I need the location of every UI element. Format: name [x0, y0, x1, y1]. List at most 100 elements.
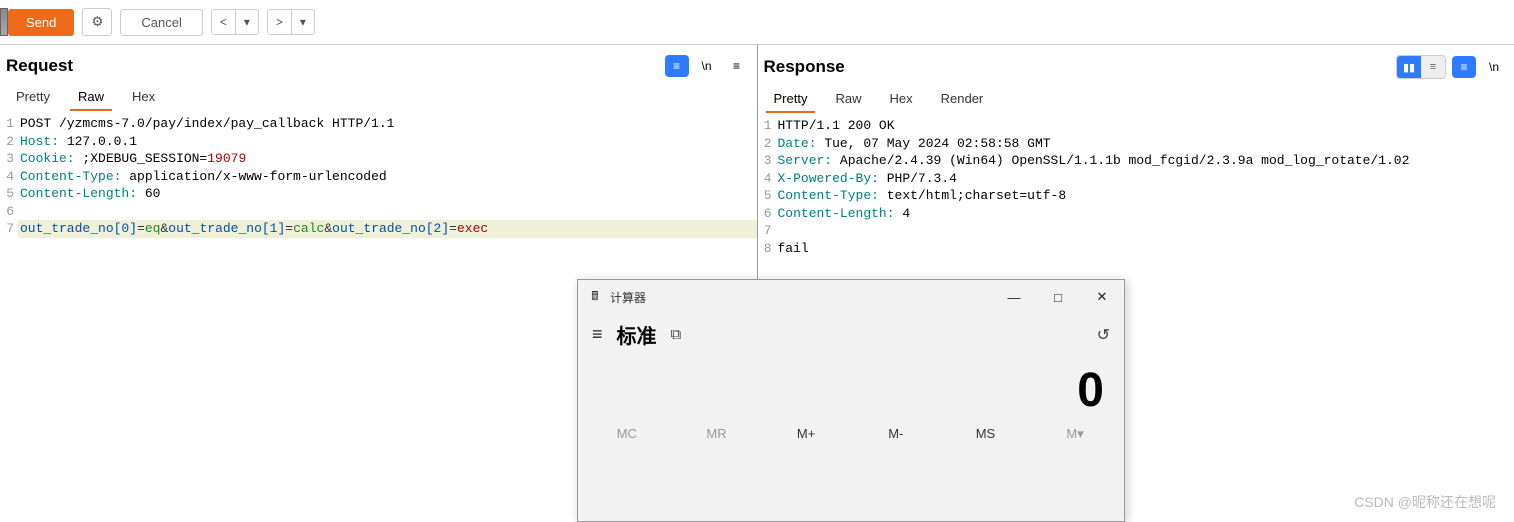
response-header: Response ▮▮ ≡ ≡ \n	[758, 45, 1514, 85]
calc-mem-mr: MR	[673, 426, 759, 442]
line-content: out_trade_no[0]=eq&out_trade_no[1]=calc&…	[18, 220, 757, 238]
line-content: Content-Length: 4	[776, 205, 1514, 223]
layout-rows-icon: ≡	[1421, 56, 1445, 78]
history-back-button[interactable]: <	[212, 10, 235, 34]
request-line: 5Content-Length: 60	[0, 185, 757, 203]
response-tab-hex[interactable]: Hex	[887, 87, 914, 112]
response-line: 2Date: Tue, 07 May 2024 02:58:58 GMT	[758, 135, 1514, 153]
calculator-app-title: 计算器	[610, 289, 646, 306]
gear-icon: ⚙	[91, 14, 103, 30]
history-back-dropdown[interactable]: ▾	[235, 10, 258, 34]
response-line: 5Content-Type: text/html;charset=utf-8	[758, 187, 1514, 205]
line-content: POST /yzmcms-7.0/pay/index/pay_callback …	[18, 115, 757, 133]
response-line: 3Server: Apache/2.4.39 (Win64) OpenSSL/1…	[758, 152, 1514, 170]
request-line: 1POST /yzmcms-7.0/pay/index/pay_callback…	[0, 115, 757, 133]
line-number: 4	[758, 170, 776, 188]
response-newline-toggle[interactable]: \n	[1482, 56, 1506, 78]
send-button[interactable]: Send	[8, 9, 74, 36]
watermark: CSDN @昵称还在想呢	[1354, 492, 1496, 512]
keep-on-top-icon[interactable]: ⧉	[671, 326, 682, 343]
line-content: HTTP/1.1 200 OK	[776, 117, 1514, 135]
toolbar: Send ⚙ Cancel < ▾ > ▾	[0, 0, 1514, 45]
response-line: 6Content-Length: 4	[758, 205, 1514, 223]
line-number: 2	[758, 135, 776, 153]
line-content	[18, 203, 757, 221]
calc-mem-mc: MC	[584, 426, 670, 442]
response-title: Response	[764, 57, 845, 77]
close-button[interactable]: ✕	[1080, 280, 1124, 314]
request-tab-raw[interactable]: Raw	[76, 85, 106, 110]
response-tab-pretty[interactable]: Pretty	[772, 87, 810, 112]
line-number: 3	[0, 150, 18, 168]
response-tab-raw[interactable]: Raw	[833, 87, 863, 112]
calculator-title-left: 🖩 计算器	[588, 289, 646, 306]
calc-mem-ms[interactable]: MS	[942, 426, 1028, 442]
calc-mem-mdd: M▾	[1032, 426, 1118, 442]
line-content: Server: Apache/2.4.39 (Win64) OpenSSL/1.…	[776, 152, 1514, 170]
maximize-button[interactable]: □	[1036, 280, 1080, 314]
line-number: 3	[758, 152, 776, 170]
layout-columns-icon: ▮▮	[1397, 56, 1421, 78]
response-header-actions: ▮▮ ≡ ≡ \n	[1396, 55, 1506, 79]
line-content: X-Powered-By: PHP/7.3.4	[776, 170, 1514, 188]
line-number: 7	[758, 222, 776, 240]
history-icon[interactable]: ↺	[1097, 325, 1110, 345]
settings-button[interactable]: ⚙	[82, 8, 112, 36]
line-number: 8	[758, 240, 776, 258]
request-line: 3Cookie: ;XDEBUG_SESSION=19079	[0, 150, 757, 168]
history-forward-group: > ▾	[267, 9, 315, 35]
left-edge-decoration	[0, 8, 8, 36]
calculator-memory-row: MCMRM+M-MSM▾	[578, 420, 1124, 442]
line-content: Date: Tue, 07 May 2024 02:58:58 GMT	[776, 135, 1514, 153]
calculator-titlebar[interactable]: 🖩 计算器 — □ ✕	[578, 280, 1124, 314]
hamburger-icon[interactable]: ≡	[592, 324, 603, 345]
calculator-window-buttons: — □ ✕	[992, 280, 1124, 314]
line-number: 6	[758, 205, 776, 223]
request-header-actions: ≡ \n ≡	[665, 55, 749, 77]
calculator-display: 0	[578, 355, 1124, 420]
line-content: Content-Length: 60	[18, 185, 757, 203]
layout-toggle[interactable]: ▮▮ ≡	[1396, 55, 1446, 79]
line-number: 1	[0, 115, 18, 133]
line-number: 2	[0, 133, 18, 151]
request-action-pretty-icon[interactable]: ≡	[665, 55, 689, 77]
history-back-group: < ▾	[211, 9, 259, 35]
response-line: 4X-Powered-By: PHP/7.3.4	[758, 170, 1514, 188]
line-number: 1	[758, 117, 776, 135]
response-action-pretty-icon[interactable]: ≡	[1452, 56, 1476, 78]
minimize-button[interactable]: —	[992, 280, 1036, 314]
calculator-app-icon: 🖩	[588, 290, 602, 304]
calc-mem-m+[interactable]: M+	[763, 426, 849, 442]
request-menu-icon[interactable]: ≡	[725, 55, 749, 77]
line-content: Content-Type: application/x-www-form-url…	[18, 168, 757, 186]
calculator-mode-label: 标准	[617, 320, 657, 349]
request-tab-pretty[interactable]: Pretty	[14, 85, 52, 110]
response-tab-render[interactable]: Render	[939, 87, 986, 112]
calc-mem-m-[interactable]: M-	[853, 426, 939, 442]
request-title: Request	[6, 56, 73, 76]
line-content: fail	[776, 240, 1514, 258]
request-newline-toggle[interactable]: \n	[695, 55, 719, 77]
response-line: 7	[758, 222, 1514, 240]
calculator-mode-row: ≡ 标准 ⧉ ↺	[578, 314, 1124, 355]
request-line: 2Host: 127.0.0.1	[0, 133, 757, 151]
calculator-mode-left: ≡ 标准 ⧉	[592, 320, 681, 349]
line-number: 7	[0, 220, 18, 238]
request-line: 7out_trade_no[0]=eq&out_trade_no[1]=calc…	[0, 220, 757, 238]
line-content	[776, 222, 1514, 240]
response-line: 8fail	[758, 240, 1514, 258]
history-forward-button[interactable]: >	[268, 10, 291, 34]
line-number: 5	[758, 187, 776, 205]
request-tab-hex[interactable]: Hex	[130, 85, 157, 110]
request-line: 4Content-Type: application/x-www-form-ur…	[0, 168, 757, 186]
request-header: Request ≡ \n ≡	[0, 45, 757, 83]
line-content: Content-Type: text/html;charset=utf-8	[776, 187, 1514, 205]
request-line: 6	[0, 203, 757, 221]
response-line: 1HTTP/1.1 200 OK	[758, 117, 1514, 135]
history-forward-dropdown[interactable]: ▾	[291, 10, 314, 34]
line-number: 5	[0, 185, 18, 203]
line-content: Host: 127.0.0.1	[18, 133, 757, 151]
cancel-button[interactable]: Cancel	[120, 9, 202, 36]
calculator-window: 🖩 计算器 — □ ✕ ≡ 标准 ⧉ ↺ 0 MCMRM+M-MSM▾	[577, 279, 1125, 522]
request-tabs: Pretty Raw Hex	[0, 83, 757, 111]
